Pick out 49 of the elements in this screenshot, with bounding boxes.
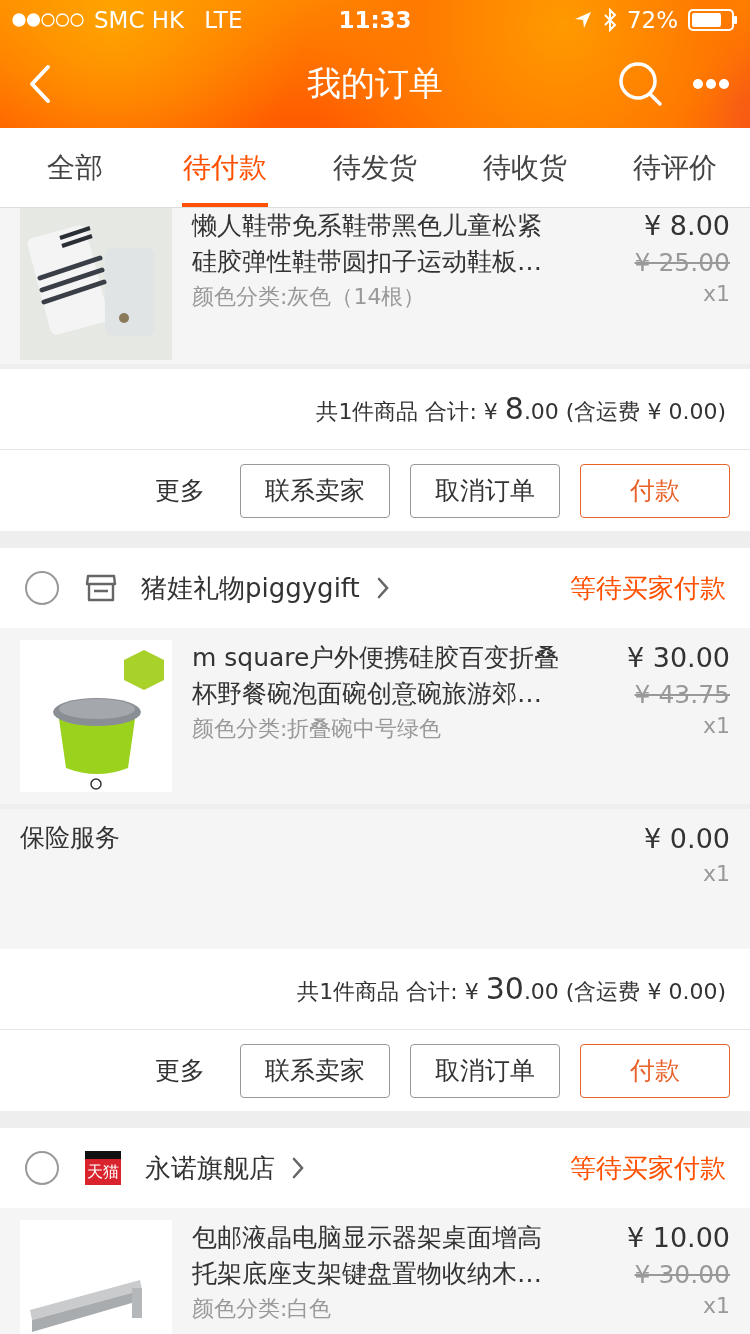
select-checkbox[interactable]	[25, 571, 59, 605]
network-label: LTE	[204, 7, 243, 33]
battery-percent: 72%	[626, 7, 678, 33]
product-price: ¥ 30.00	[626, 641, 730, 675]
page-title: 我的订单	[306, 62, 444, 105]
quantity-label: x1	[702, 713, 730, 738]
service-price: ¥ 0.00	[644, 822, 730, 856]
product-spec: 颜色分类:折叠碗中号绿色	[192, 715, 443, 743]
original-price: ¥ 43.75	[634, 680, 730, 709]
order-status: 等待买家付款	[570, 1151, 726, 1185]
quantity-label: x1	[702, 1293, 730, 1318]
service-name: 保险服务	[20, 822, 120, 854]
order-action-button[interactable]: 取消订单	[410, 1043, 560, 1098]
battery-icon	[688, 9, 738, 31]
product-price: ¥ 10.00	[626, 1221, 730, 1255]
product-title[interactable]: 懒人鞋带免系鞋带黑色儿童松紧 硅胶弹性鞋带圆扣子运动鞋板…	[192, 208, 592, 280]
order-tab[interactable]: 待评价	[600, 128, 750, 207]
product-spec: 颜色分类:灰色（14根）	[192, 283, 427, 311]
chevron-icon[interactable]	[375, 576, 390, 600]
search-icon[interactable]	[618, 61, 664, 107]
select-checkbox[interactable]	[25, 1151, 59, 1185]
shop-name[interactable]: 猪娃礼物piggygift	[141, 570, 360, 606]
order-tab[interactable]: 待收货	[450, 128, 600, 207]
store-badge: 天猫	[85, 1151, 121, 1185]
order-total: 共1件商品 合计: ¥ 30.00 (含运费 ¥ 0.00)	[297, 971, 726, 1007]
store-icon	[85, 574, 117, 602]
original-price: ¥ 30.00	[634, 1260, 730, 1289]
quantity-label: x1	[702, 281, 730, 306]
product-price: ¥ 8.00	[644, 209, 730, 243]
order-tab[interactable]: 待发货	[300, 128, 450, 207]
original-price: ¥ 25.00	[634, 248, 730, 277]
order-total: 共1件商品 合计: ¥ 8.00 (含运费 ¥ 0.00)	[316, 391, 726, 427]
order-action-button[interactable]: 联系卖家	[240, 1043, 390, 1098]
order-action-button[interactable]: 取消订单	[410, 463, 560, 518]
product-title[interactable]: 包邮液晶电脑显示器架桌面增高 托架底座支架键盘置物收纳木…	[192, 1220, 592, 1292]
product-spec: 颜色分类:白色	[192, 1295, 333, 1323]
shop-name[interactable]: 永诺旗舰店	[145, 1150, 275, 1186]
clock-time: 11:33	[337, 7, 413, 33]
more-icon[interactable]	[692, 78, 730, 90]
bluetooth-icon	[602, 8, 617, 32]
signal-icon	[12, 12, 84, 28]
order-status: 等待买家付款	[570, 571, 726, 605]
order-action-button[interactable]: 联系卖家	[240, 463, 390, 518]
order-tab[interactable]: 全部	[0, 128, 150, 207]
quantity-label: x1	[702, 861, 730, 886]
chevron-icon[interactable]	[291, 1156, 305, 1180]
carrier-label: SMC HK	[94, 7, 185, 33]
back-icon[interactable]	[28, 64, 52, 104]
product-title[interactable]: m square户外便携硅胶百变折叠 杯野餐碗泡面碗创意碗旅游郊…	[192, 640, 592, 712]
